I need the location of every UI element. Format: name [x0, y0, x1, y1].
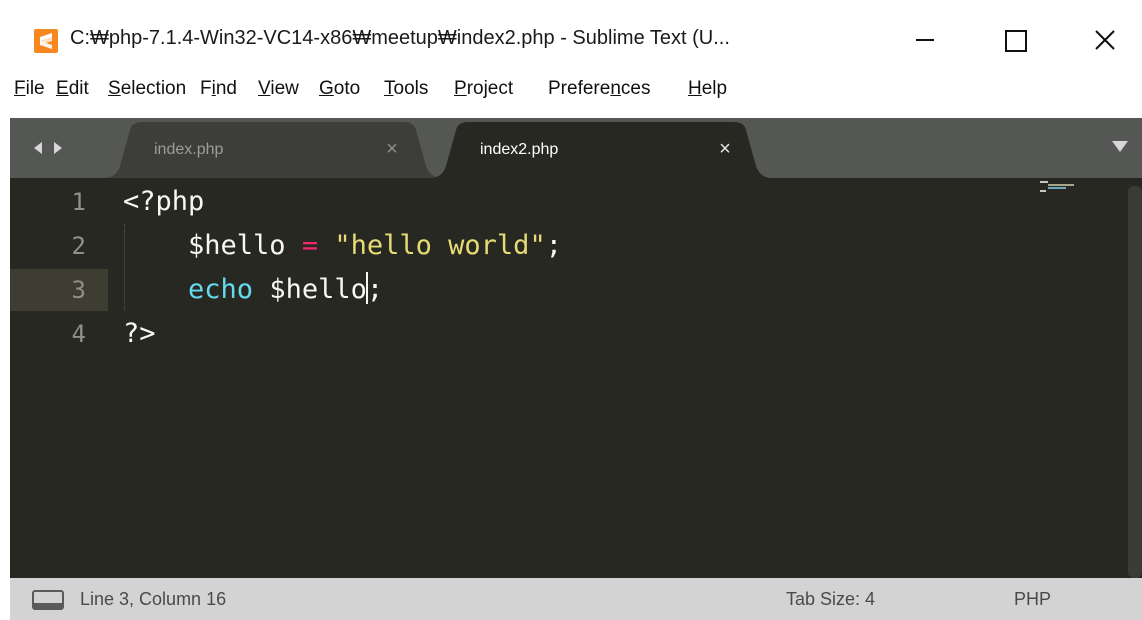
window-title: C:₩php-7.1.4-Win32-VC14-x86₩meetup₩index… [70, 27, 730, 49]
line-number: 4 [71, 320, 86, 348]
menu-find[interactable]: Find [200, 78, 237, 100]
minimap[interactable] [1028, 180, 1088, 194]
menu-preferences[interactable]: Preferences [548, 78, 650, 100]
line-number: 2 [71, 232, 86, 260]
menu-goto[interactable]: Goto [319, 78, 360, 100]
window-left-border [0, 118, 10, 620]
menu-file[interactable]: File [14, 78, 45, 100]
status-bar: Line 3, Column 16 Tab Size: 4 PHP [10, 578, 1142, 620]
cursor-position: Line 3, Column 16 [80, 589, 227, 609]
menu-edit[interactable]: Edit [56, 78, 89, 100]
syntax-selector[interactable]: PHP [1014, 589, 1051, 610]
close-window-button[interactable] [1075, 16, 1135, 62]
menu-tools[interactable]: Tools [384, 78, 428, 100]
tab-index2-php[interactable]: index2.php × [430, 122, 772, 178]
tab-label: index2.php [480, 141, 559, 158]
tab-close-button[interactable]: × [713, 137, 737, 161]
line-number: 3 [71, 276, 86, 304]
maximize-button[interactable] [985, 16, 1045, 62]
tab-bar: index.php × index2.php × [10, 118, 1142, 178]
menu-selection[interactable]: Selection [108, 78, 186, 100]
code-line[interactable]: <?php [123, 181, 204, 223]
close-icon [1095, 30, 1115, 50]
tab-close-button[interactable]: × [380, 137, 404, 161]
code-line[interactable]: ?> [123, 313, 156, 355]
menu-help[interactable]: Help [688, 78, 727, 100]
console-panel-icon[interactable] [32, 590, 64, 610]
line-number: 1 [71, 188, 86, 216]
vertical-scrollbar[interactable] [1128, 186, 1142, 578]
menu-project[interactable]: Project [454, 78, 513, 100]
minimize-button[interactable] [896, 16, 956, 62]
title-bar[interactable]: C:₩php-7.1.4-Win32-VC14-x86₩meetup₩index… [0, 0, 1142, 78]
tab-size-selector[interactable]: Tab Size: 4 [786, 589, 875, 610]
code-line[interactable]: $hello = "hello world"; [123, 225, 562, 267]
code-editor[interactable]: 1 2 3 4 <?php $hello = "hello world"; ec… [10, 178, 1142, 578]
sublime-logo-icon [34, 29, 58, 53]
menu-view[interactable]: View [258, 78, 299, 100]
menu-bar: File Edit Selection Find View Goto Tools… [0, 72, 1142, 108]
code-line-current[interactable]: echo $hello; [123, 269, 383, 311]
tab-label: index.php [154, 141, 224, 158]
tab-navigation-arrows-icon[interactable] [32, 138, 72, 158]
tab-index-php[interactable]: index.php × [104, 122, 442, 178]
tab-dropdown-icon[interactable] [1110, 138, 1130, 154]
